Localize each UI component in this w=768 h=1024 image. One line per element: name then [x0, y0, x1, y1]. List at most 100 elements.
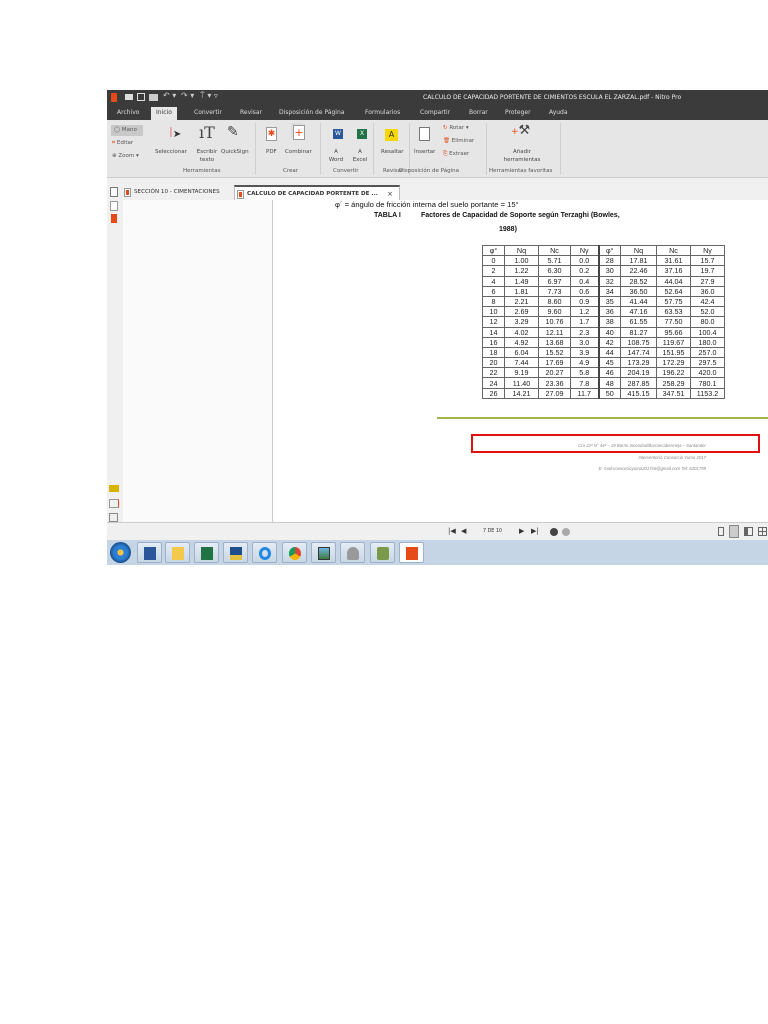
table-header-cell: Nq: [620, 244, 657, 257]
pages-icon[interactable]: [110, 187, 118, 197]
taskbar-image-viewer[interactable]: [311, 542, 336, 563]
anadir-herramientas-button[interactable]: Añadir herramientas: [500, 148, 544, 164]
a-word-button[interactable]: A Word: [327, 148, 345, 164]
taskbar-chrome[interactable]: [282, 542, 307, 563]
page-indicator[interactable]: 7 DE 10: [483, 529, 502, 534]
divider: [560, 123, 561, 175]
footer-contact: E- mail:consorcioyuma2017int@gmail.com T…: [598, 466, 706, 471]
previous-page-icon[interactable]: ◀: [461, 527, 466, 535]
table-cell: 0: [482, 255, 505, 267]
divider: [486, 123, 487, 175]
taskbar-dwg[interactable]: [223, 542, 248, 563]
table-cell: 77.50: [656, 316, 691, 328]
open-icon[interactable]: [125, 94, 133, 100]
taskbar-excel[interactable]: [194, 542, 219, 563]
eliminar-label: Eliminar: [451, 138, 475, 144]
table-title: Factores de Capacidad de Soporte según T…: [421, 212, 620, 219]
table-cell: 22.46: [620, 265, 657, 277]
taskbar-app-green[interactable]: [370, 542, 395, 563]
table-cell: 40: [597, 326, 621, 338]
table-cell: 57.75: [656, 295, 691, 308]
cursor-icon[interactable]: ⍑ ▾ ▿: [200, 91, 218, 101]
zoom-button[interactable]: ⊕ Zoom ▾: [112, 153, 139, 159]
continuous-view-icon[interactable]: [729, 525, 739, 538]
table-title-year: 1988): [499, 226, 517, 233]
undo-icon[interactable]: ↶ ▾: [163, 91, 176, 100]
table-cell: 6.30: [538, 265, 571, 277]
grid-view-icon[interactable]: [758, 527, 767, 536]
rotar-button[interactable]: ↻ Rotar ▾: [443, 125, 469, 131]
rotate-icon: ↻: [443, 125, 448, 131]
app-logo-icon[interactable]: [111, 93, 117, 102]
dwg-icon: [230, 547, 242, 560]
quicksign-button[interactable]: QuickSign: [221, 148, 249, 156]
start-button-icon[interactable]: [110, 542, 131, 563]
menu-disposicion[interactable]: Disposición de Página: [279, 109, 344, 116]
resaltar-button[interactable]: Resaltar: [381, 148, 404, 156]
bookmarks-icon[interactable]: [110, 201, 118, 211]
menu-ayuda[interactable]: Ayuda: [549, 109, 568, 116]
fields-icon[interactable]: [109, 513, 118, 522]
table-row: 12 3.29 10.76 1.7 38 61.55 77.50 80.0: [482, 316, 725, 328]
internet-explorer-icon: [259, 547, 271, 560]
editar-button[interactable]: ⌗ Editar: [112, 140, 133, 147]
save-icon[interactable]: [137, 93, 145, 101]
table-cell: 1.22: [504, 265, 539, 277]
pdf-file-icon: [124, 188, 131, 197]
insertar-button[interactable]: Insertar: [414, 148, 435, 156]
menu-inicio[interactable]: Inicio: [151, 107, 177, 120]
word-icon: [144, 547, 156, 560]
menu-proteger[interactable]: Proteger: [505, 109, 531, 116]
mano-button[interactable]: ◯ Mano: [111, 125, 143, 136]
menu-convertir[interactable]: Convertir: [194, 109, 222, 116]
forward-view-icon[interactable]: [562, 528, 570, 536]
table-cell: 20.27: [538, 367, 571, 379]
table-cell: 48: [597, 377, 621, 389]
print-icon[interactable]: [149, 94, 158, 101]
escribir-texto-button[interactable]: Escribir texto: [194, 148, 220, 164]
table-label: TABLA I: [374, 212, 401, 219]
table-cell: 37.16: [656, 265, 691, 277]
trash-icon: 🗑: [443, 138, 450, 144]
combinar-button[interactable]: Combinar: [285, 148, 312, 156]
taskbar-internet-explorer[interactable]: [252, 542, 277, 563]
table-cell: 180.0: [690, 336, 725, 348]
tab-label: CALCULO DE CAPACIDAD PORTENTE DE ...: [247, 191, 378, 197]
a-excel-button[interactable]: A Excel: [351, 148, 369, 164]
first-page-icon[interactable]: |◀: [448, 527, 456, 535]
menu-revisar[interactable]: Revisar: [240, 109, 262, 116]
tab-seccion-10[interactable]: SECCIÓN 10 - CIMENTACIONES: [122, 185, 232, 200]
table-cell: 52.64: [656, 285, 691, 297]
last-page-icon[interactable]: ▶|: [531, 527, 539, 535]
taskbar-word[interactable]: [137, 542, 162, 563]
seleccionar-button[interactable]: Seleccionar: [155, 148, 187, 156]
taskbar-file-explorer[interactable]: [165, 542, 190, 563]
taskbar-app[interactable]: [340, 542, 365, 563]
table-cell: 27.9: [690, 275, 725, 287]
menu-compartir[interactable]: Compartir: [420, 109, 450, 116]
extraer-button[interactable]: ⎘ Extraer: [443, 151, 469, 158]
facing-view-icon[interactable]: [744, 527, 753, 536]
table-cell: 0.9: [570, 295, 599, 308]
close-tab-icon[interactable]: ×: [387, 190, 393, 198]
menu-borrar[interactable]: Borrar: [469, 109, 488, 116]
next-page-icon[interactable]: ▶: [519, 527, 524, 535]
nitro-pro-icon: [406, 547, 418, 560]
back-view-icon[interactable]: [550, 528, 558, 536]
pdf-button[interactable]: PDF: [266, 148, 277, 156]
footer-interventoria: Interventoría Consorcio Yuma 2017: [638, 455, 706, 460]
single-page-view-icon[interactable]: [718, 527, 724, 536]
window-title: CALCULO DE CAPACIDAD PORTENTE DE CIMIENT…: [423, 94, 682, 101]
menu-formularios[interactable]: Formularios: [365, 109, 400, 116]
redo-icon[interactable]: ↷ ▾: [181, 91, 194, 100]
taskbar-nitro-pro[interactable]: [399, 542, 424, 563]
eliminar-button[interactable]: 🗑 Eliminar: [443, 138, 474, 144]
menu-archivo[interactable]: Archivo: [117, 109, 139, 116]
table-cell: 34: [597, 285, 621, 297]
table-cell: 52.0: [690, 306, 725, 318]
attachments-icon[interactable]: [111, 214, 117, 223]
tab-calculo-capacidad[interactable]: CALCULO DE CAPACIDAD PORTENTE DE ... ×: [234, 185, 400, 200]
signature-icon[interactable]: [109, 499, 119, 508]
table-cell: 47.16: [620, 306, 657, 318]
comments-icon[interactable]: [109, 485, 119, 492]
